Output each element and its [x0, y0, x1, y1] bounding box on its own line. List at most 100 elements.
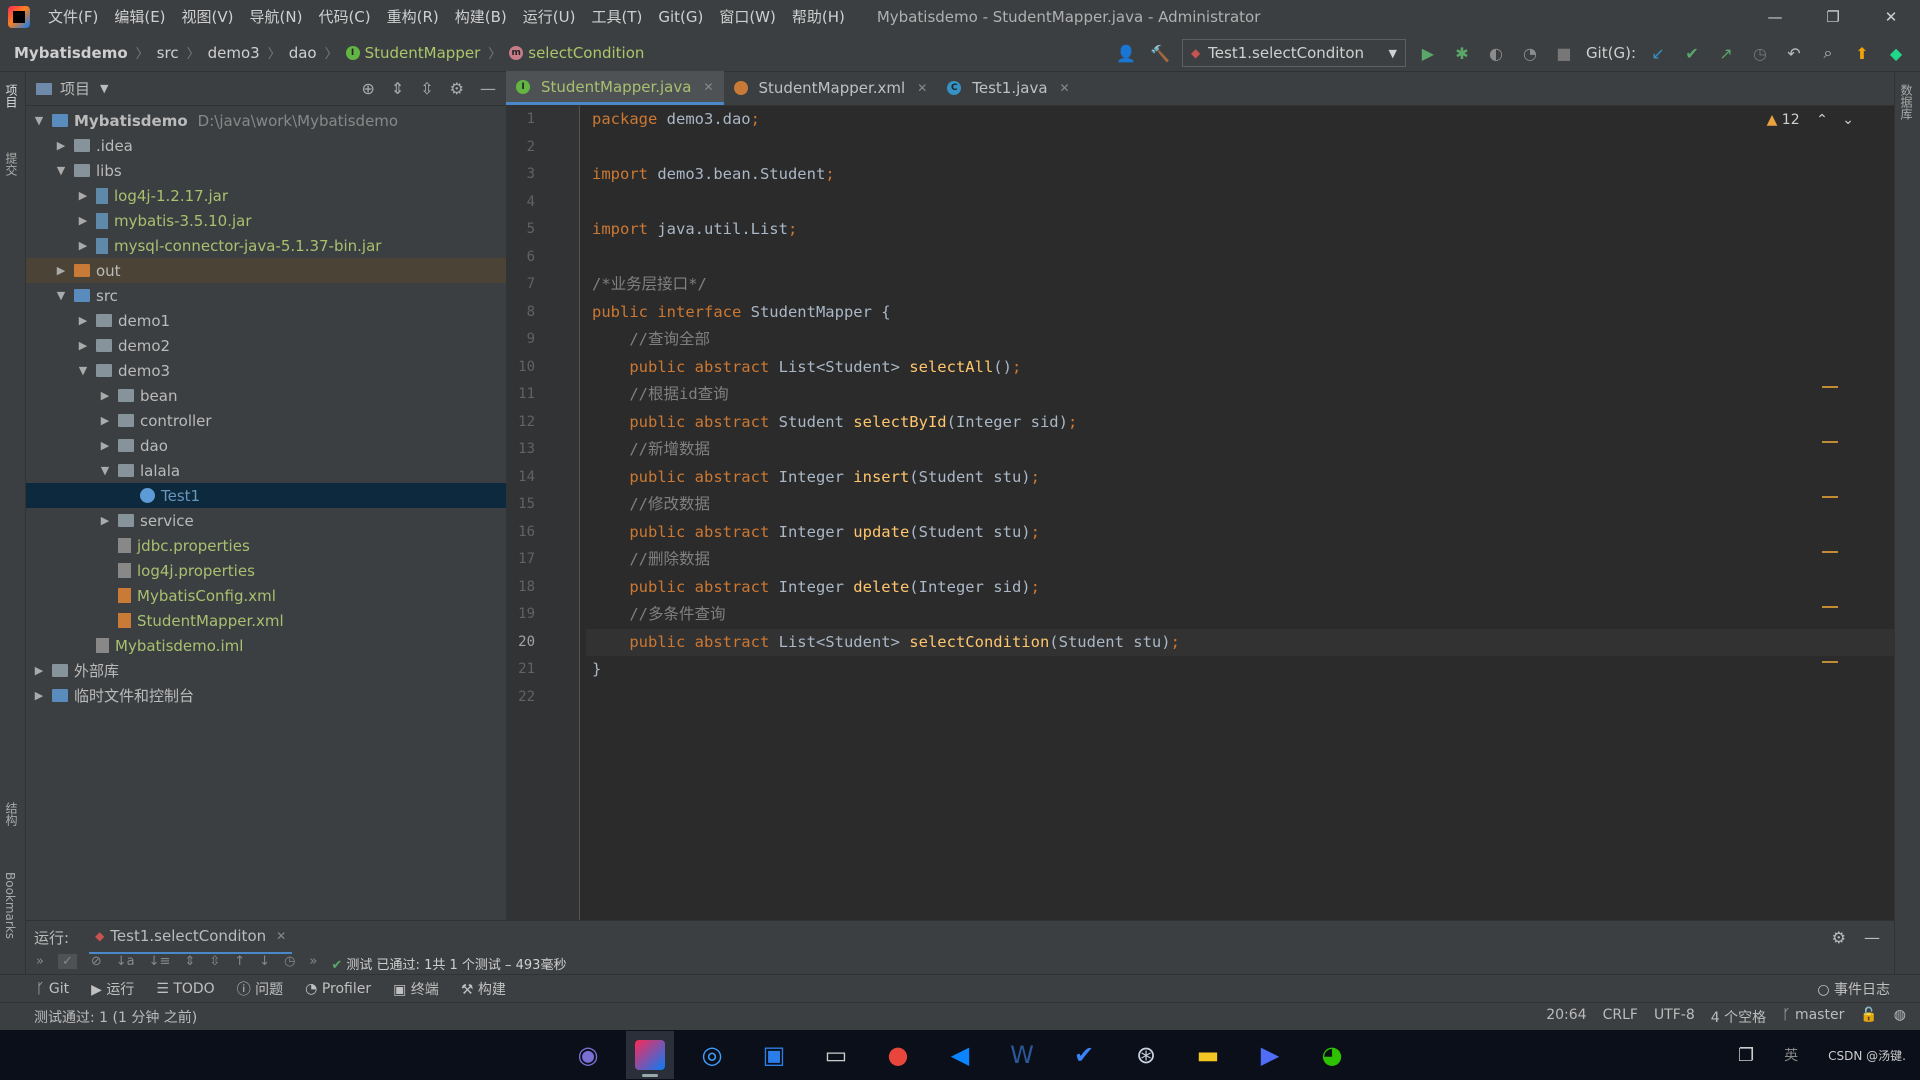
office-icon[interactable]: W	[998, 1031, 1046, 1079]
tree-node[interactable]: ▼ libs	[26, 158, 506, 183]
tree-node[interactable]: StudentMapper.xml	[26, 608, 506, 633]
code-line[interactable]: import java.util.List;	[586, 216, 1786, 244]
warning-mark[interactable]	[1822, 661, 1838, 663]
remote-icon[interactable]: ▣	[750, 1031, 798, 1079]
tree-node[interactable]: ▼ lalala	[26, 458, 506, 483]
chevron-down-icon[interactable]: ▼	[98, 464, 112, 477]
stop-icon[interactable]: ■	[1552, 41, 1576, 65]
event-log[interactable]: ○ 事件日志	[1817, 979, 1920, 999]
tool-profiler[interactable]: ◔ Profiler	[305, 981, 371, 997]
expand-all-icon[interactable]: ⇕	[391, 79, 404, 98]
editor-tab[interactable]: StudentMapper.xml ✕	[724, 71, 938, 105]
user-icon[interactable]: 👤	[1114, 41, 1138, 65]
vscode-icon[interactable]: ◀	[936, 1031, 984, 1079]
terminal-icon[interactable]: ▭	[812, 1031, 860, 1079]
menu-run[interactable]: 运行(U)	[515, 0, 584, 34]
menu-navigate[interactable]: 导航(N)	[242, 0, 311, 34]
gear-icon[interactable]: ⚙	[450, 79, 464, 98]
tree-node[interactable]: ▶ service	[26, 508, 506, 533]
tool-problems[interactable]: ⓘ 问题	[237, 979, 283, 999]
wechat-icon[interactable]: ◕	[1308, 1031, 1356, 1079]
breadcrumb-method[interactable]: selectCondition	[528, 44, 644, 62]
gear-icon[interactable]: ⚙	[1832, 928, 1846, 947]
menu-code[interactable]: 代码(C)	[310, 0, 378, 34]
warning-mark[interactable]	[1822, 551, 1838, 553]
menu-help[interactable]: 帮助(H)	[784, 0, 853, 34]
player-icon[interactable]: ▶	[1246, 1031, 1294, 1079]
code-line[interactable]: public abstract List<Student> selectAll(…	[586, 354, 1786, 382]
code-editor[interactable]: 1 2 3 4 5 6 7 8 9 10 11 12 13 14 15 16 17 18 19 20 21 22 pack…	[506, 106, 1894, 920]
locate-icon[interactable]: ⊕	[361, 79, 374, 98]
structure-tool-tab[interactable]: 结构	[3, 802, 20, 826]
chevron-right-icon[interactable]: ▶	[98, 439, 112, 452]
tree-node[interactable]: Test1	[26, 483, 506, 508]
code-line[interactable]: //根据id查询	[586, 381, 1786, 409]
editor-tab[interactable]: C Test1.java ✕	[937, 71, 1079, 105]
code-area[interactable]: package demo3.dao; import demo3.bean.Stud…	[586, 106, 1894, 711]
line-separator[interactable]: CRLF	[1603, 1007, 1638, 1027]
code-line[interactable]: public abstract Integer update(Student s…	[586, 519, 1786, 547]
prev-test-icon[interactable]: ↑	[234, 954, 245, 969]
desktop-icon[interactable]: ❐	[1738, 1045, 1754, 1066]
tool-todo[interactable]: ☰ TODO	[156, 981, 214, 997]
chevron-right-icon[interactable]: ▶	[98, 389, 112, 402]
breadcrumb-src[interactable]: src	[157, 44, 179, 62]
close-icon[interactable]: ✕	[917, 81, 927, 95]
tree-node[interactable]: ▶ log4j-1.2.17.jar	[26, 183, 506, 208]
code-line[interactable]: public abstract Student selectById(Integ…	[586, 409, 1786, 437]
close-icon[interactable]: ✕	[276, 929, 286, 943]
database-tool-tab[interactable]: 数据库	[1898, 84, 1915, 120]
tree-node[interactable]: ▶ bean	[26, 383, 506, 408]
show-ignored-icon[interactable]: ⊘	[91, 954, 102, 969]
git-commit-icon[interactable]: ✔	[1680, 41, 1704, 65]
code-line[interactable]: public abstract Integer delete(Integer s…	[586, 574, 1786, 602]
chevron-right-icon[interactable]: ▶	[54, 139, 68, 152]
git-push-icon[interactable]: ↗	[1714, 41, 1738, 65]
expand-icon[interactable]: ⇕	[184, 954, 195, 969]
chevron-down-icon[interactable]: ⌄	[1842, 112, 1854, 128]
code-line[interactable]	[586, 134, 1786, 162]
tree-node[interactable]: ▶ 临时文件和控制台	[26, 683, 506, 708]
close-icon[interactable]: ✕	[1060, 81, 1070, 95]
search-icon[interactable]: ⌕	[1816, 41, 1840, 65]
sort-alpha-icon[interactable]: ↓a	[116, 954, 135, 969]
eclipse-icon[interactable]: ◉	[564, 1031, 612, 1079]
menu-refactor[interactable]: 重构(R)	[379, 0, 447, 34]
menu-file[interactable]: 文件(F)	[40, 0, 106, 34]
sort-duration-icon[interactable]: ↓≡	[149, 954, 171, 969]
ime-indicator[interactable]: 英	[1784, 1045, 1798, 1065]
code-line[interactable]: package demo3.dao;	[586, 106, 1786, 134]
code-line[interactable]: //删除数据	[586, 546, 1786, 574]
chevron-right-icon[interactable]: ▶	[76, 314, 90, 327]
tree-node[interactable]: ▼ src	[26, 283, 506, 308]
chevron-right-icon[interactable]: ▶	[98, 414, 112, 427]
code-line[interactable]: //多条件查询	[586, 601, 1786, 629]
code-line[interactable]: public abstract Integer insert(Student s…	[586, 464, 1786, 492]
code-line[interactable]	[586, 189, 1786, 217]
menu-window[interactable]: 窗口(W)	[711, 0, 784, 34]
debug-icon[interactable]: ✱	[1450, 41, 1474, 65]
coverage-icon[interactable]: ◐	[1484, 41, 1508, 65]
tree-node[interactable]: ▶ out	[26, 258, 506, 283]
status-message[interactable]: 测试通过: 1 (1 分钟 之前)	[0, 1007, 197, 1027]
menu-git[interactable]: Git(G)	[650, 0, 711, 34]
lock-icon[interactable]: 🔓	[1860, 1007, 1877, 1027]
commit-tool-tab[interactable]: 提交	[3, 152, 20, 176]
code-line[interactable]: }	[586, 656, 1786, 684]
git-update-icon[interactable]: ↙	[1646, 41, 1670, 65]
chevron-right-icon[interactable]: ▶	[76, 239, 90, 252]
warning-mark[interactable]	[1822, 496, 1838, 498]
menu-view[interactable]: 视图(V)	[174, 0, 242, 34]
file-encoding[interactable]: UTF-8	[1654, 1007, 1695, 1027]
tool-terminal[interactable]: ▣ 终端	[393, 979, 439, 999]
memory-icon[interactable]: ◍	[1894, 1007, 1906, 1027]
tree-node[interactable]: ▶ .idea	[26, 133, 506, 158]
code-line[interactable]: public abstract List<Student> selectCond…	[586, 628, 1894, 656]
menu-edit[interactable]: 编辑(E)	[106, 0, 173, 34]
tree-node[interactable]: ▶ demo1	[26, 308, 506, 333]
run-icon[interactable]: ▶	[1416, 41, 1440, 65]
run-tab[interactable]: ◆ Test1.selectConditon ✕	[89, 921, 293, 955]
problems-indicator[interactable]: ▲ 12 ⌃ ⌄	[1767, 112, 1854, 128]
chevron-right-icon[interactable]: ▶	[54, 264, 68, 277]
breadcrumb-project[interactable]: Mybatisdemo	[14, 44, 128, 62]
